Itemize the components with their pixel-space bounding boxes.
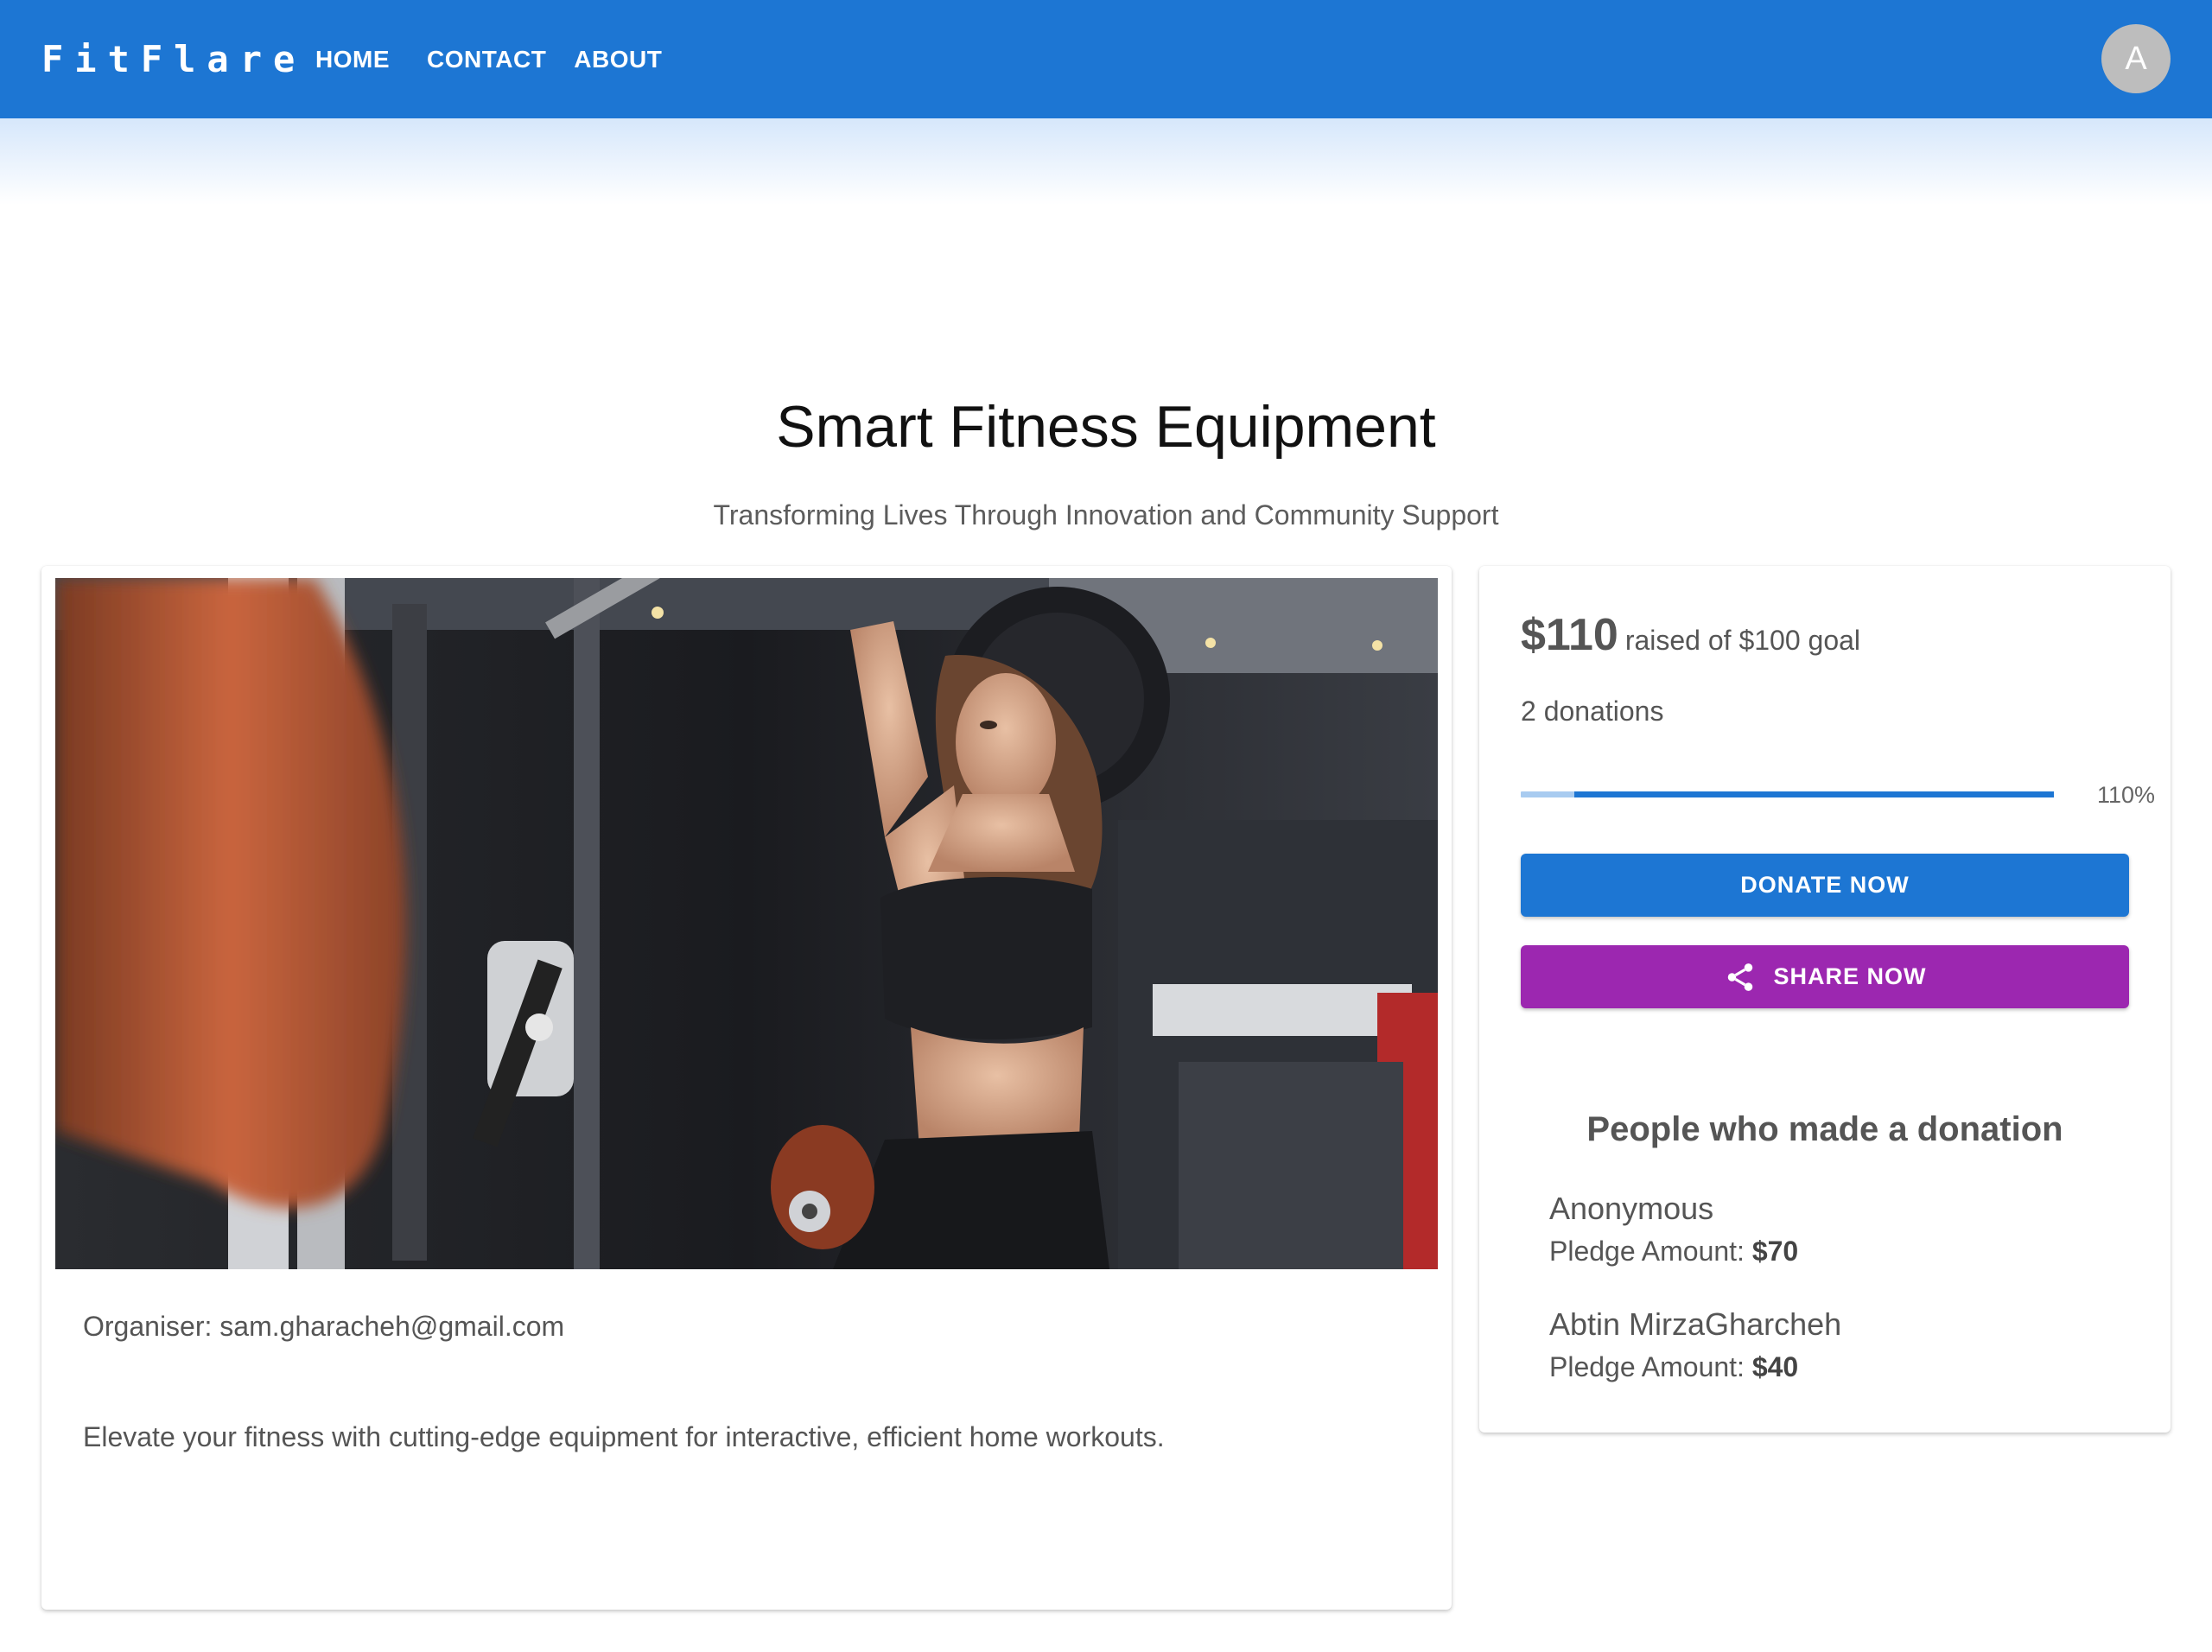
donor-item: Abtin MirzaGharcheh Pledge Amount: $40 xyxy=(1549,1306,1841,1383)
funding-card: $110 raised of $100 goal 2 donations 110… xyxy=(1479,566,2171,1433)
organiser-text: Organiser: sam.gharacheh@gmail.com xyxy=(83,1311,565,1342)
progress-bar-fill xyxy=(1574,791,2054,797)
campaign-image xyxy=(55,578,1438,1269)
nav-contact-link[interactable]: CONTACT xyxy=(418,37,555,82)
campaign-description: Elevate your fitness with cutting-edge e… xyxy=(83,1421,1165,1452)
user-avatar[interactable]: A xyxy=(2101,24,2171,93)
goal-text: raised of $100 goal xyxy=(1624,625,1861,656)
share-icon xyxy=(1727,963,1752,991)
donate-now-label: DONATE NOW xyxy=(1740,872,1910,898)
nav-home-link[interactable]: HOME xyxy=(307,37,398,82)
donation-count: 2 donations xyxy=(1521,696,1664,727)
raised-amount: $110 xyxy=(1521,610,1618,660)
progress-percent: 110% xyxy=(2097,782,2156,808)
pledge-label: Pledge Amount: xyxy=(1549,1236,1752,1267)
share-now-button[interactable]: SHARE NOW xyxy=(1521,945,2129,1008)
donate-now-button[interactable]: DONATE NOW xyxy=(1521,854,2129,917)
brand-logo[interactable]: FitFlare xyxy=(41,0,306,118)
pledge-label: Pledge Amount: xyxy=(1549,1351,1752,1382)
page-title: Smart Fitness Equipment xyxy=(776,394,1436,460)
donor-pledge: Pledge Amount: $70 xyxy=(1549,1236,1798,1268)
raised-summary: $110 raised of $100 goal xyxy=(1521,609,1860,661)
progress-bar xyxy=(1521,791,2054,797)
donor-pledge: Pledge Amount: $40 xyxy=(1549,1351,1841,1383)
pledge-amount: $70 xyxy=(1751,1236,1799,1267)
app-bar: FitFlare HOME CONTACT ABOUT A xyxy=(0,0,2212,118)
donor-name: Abtin MirzaGharcheh xyxy=(1549,1306,1842,1342)
campaign-card: Organiser: sam.gharacheh@gmail.com Eleva… xyxy=(41,566,1452,1610)
header-gradient xyxy=(0,118,2212,205)
donors-heading: People who made a donation xyxy=(1586,1110,2063,1148)
page-subtitle: Transforming Lives Through Innovation an… xyxy=(713,499,1499,531)
donor-name: Anonymous xyxy=(1549,1191,1714,1226)
pledge-amount: $40 xyxy=(1751,1351,1799,1382)
main-nav: HOME CONTACT ABOUT xyxy=(307,0,671,118)
donor-item: Anonymous Pledge Amount: $70 xyxy=(1549,1191,1798,1268)
nav-about-link[interactable]: ABOUT xyxy=(565,37,671,82)
share-now-label: SHARE NOW xyxy=(1773,963,1927,989)
